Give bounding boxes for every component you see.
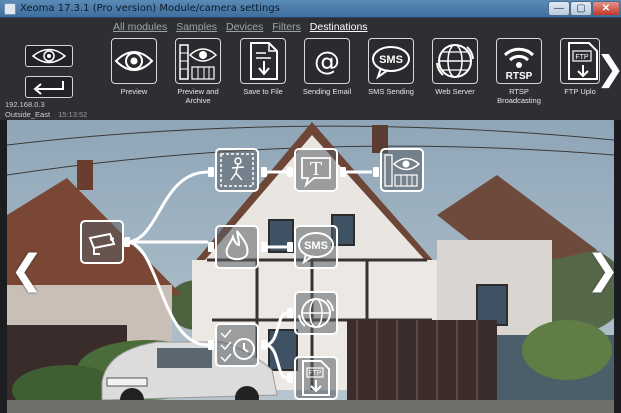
module-preview[interactable]: Preview [102, 38, 166, 96]
module-label: Sending Email [302, 87, 352, 96]
module-sms-sending[interactable]: SMS SMS Sending [359, 38, 423, 96]
module-label: RTSP Broadcasting [497, 87, 541, 105]
email-icon: @ [314, 47, 340, 77]
module-preview-and-archive[interactable]: Preview and Archive [166, 38, 230, 105]
minimize-button[interactable]: — [548, 1, 570, 16]
svg-text:SMS: SMS [304, 240, 328, 252]
svg-text:T: T [310, 159, 322, 180]
ftp-icon: FTP [302, 360, 330, 396]
module-web-server[interactable]: Web Server [423, 38, 487, 96]
chain-node-ftp-upload[interactable]: FTP [294, 356, 338, 400]
tab-all-modules[interactable]: All modules [113, 21, 167, 33]
chain-port [373, 167, 379, 177]
module-save-to-file[interactable]: Save to File [231, 38, 295, 96]
chain-node-fire-detector[interactable] [215, 225, 259, 269]
camera-name: Outside_East 15:13:52 [5, 110, 87, 119]
window-title: Xeoma 17.3.1 (Pro version) Module/camera… [20, 3, 280, 14]
sms-icon: SMS [372, 46, 410, 80]
chain-port [261, 340, 267, 350]
chain-port [261, 167, 267, 177]
film-eye-icon [384, 154, 421, 187]
chain-node-preview-and-archive[interactable] [380, 148, 424, 192]
camera-ip: 192.168.0.3 [5, 100, 45, 109]
camera-timestamp: 15:13:52 [58, 110, 88, 119]
chain-node-motion-detector[interactable] [215, 148, 259, 192]
text-overlay-icon: T [301, 157, 331, 188]
chain-port [287, 373, 293, 383]
chain-port [287, 308, 293, 318]
chain-node-sms-sending[interactable]: SMS [294, 225, 338, 269]
module-sending-email[interactable]: @ Sending Email [295, 38, 359, 96]
maximize-button[interactable]: ▢ [570, 1, 592, 16]
tab-filters[interactable]: Filters [272, 21, 301, 33]
module-label: Preview and Archive [177, 87, 219, 105]
chain-port [208, 167, 214, 177]
save-file-icon [250, 42, 278, 80]
close-button[interactable]: ✕ [592, 1, 620, 16]
module-label: Save to File [243, 87, 283, 96]
back-button[interactable] [25, 76, 73, 98]
svg-text:@: @ [314, 47, 340, 77]
module-rtsp-broadcasting[interactable]: RTSP RTSP Broadcasting [487, 38, 551, 105]
chain-node-camera[interactable] [80, 220, 124, 264]
next-camera-arrow[interactable]: ❯ [586, 250, 620, 290]
rtsp-badge: RTSP [506, 71, 533, 82]
return-arrow-icon [33, 81, 64, 95]
svg-text:FTP: FTP [308, 370, 322, 377]
eye-icon [31, 48, 67, 64]
camera-name-label: Outside_East [5, 110, 51, 119]
chain-port [261, 242, 267, 252]
module-category-tabs: All modules Samples Devices Filters Dest… [113, 21, 374, 33]
chain-port [208, 242, 214, 252]
module-label: SMS Sending [368, 87, 414, 96]
chain-node-scheduler[interactable] [215, 323, 259, 367]
app-icon [4, 3, 16, 15]
sms-icon: SMS [298, 232, 334, 265]
fire-detector-icon [225, 230, 249, 261]
globe-icon [436, 44, 474, 78]
motion-detector-icon [220, 153, 254, 187]
globe-icon [298, 298, 334, 328]
module-toolbar: All modules Samples Devices Filters Dest… [0, 18, 621, 120]
view-mode-button[interactable] [25, 45, 73, 67]
svg-text:SMS: SMS [379, 54, 403, 66]
chain-port [287, 167, 293, 177]
toolbar-next-arrow[interactable]: ❯ [596, 52, 621, 86]
scheduler-icon [220, 329, 255, 363]
chain-port [124, 237, 130, 247]
scene-frame-left [0, 120, 7, 413]
camera-icon [88, 232, 116, 255]
chain-port [208, 340, 214, 350]
film-eye-icon [179, 44, 218, 80]
module-label: Preview [120, 87, 148, 96]
chain-port [287, 242, 293, 252]
module-label: Web Server [435, 87, 475, 96]
rtsp-icon: RTSP [503, 47, 535, 82]
tab-samples[interactable]: Samples [176, 21, 217, 33]
previous-camera-arrow[interactable]: ❮ [10, 250, 44, 290]
chain-port [340, 167, 346, 177]
window-titlebar: Xeoma 17.3.1 (Pro version) Module/camera… [0, 0, 621, 18]
chain-node-web-server[interactable] [294, 291, 338, 335]
chain-node-text-overlay[interactable]: T [294, 148, 338, 192]
ftp-badge: FTP [575, 54, 589, 61]
eye-icon [114, 51, 154, 71]
tab-destinations[interactable]: Destinations [310, 21, 368, 33]
tab-devices[interactable]: Devices [226, 21, 263, 33]
